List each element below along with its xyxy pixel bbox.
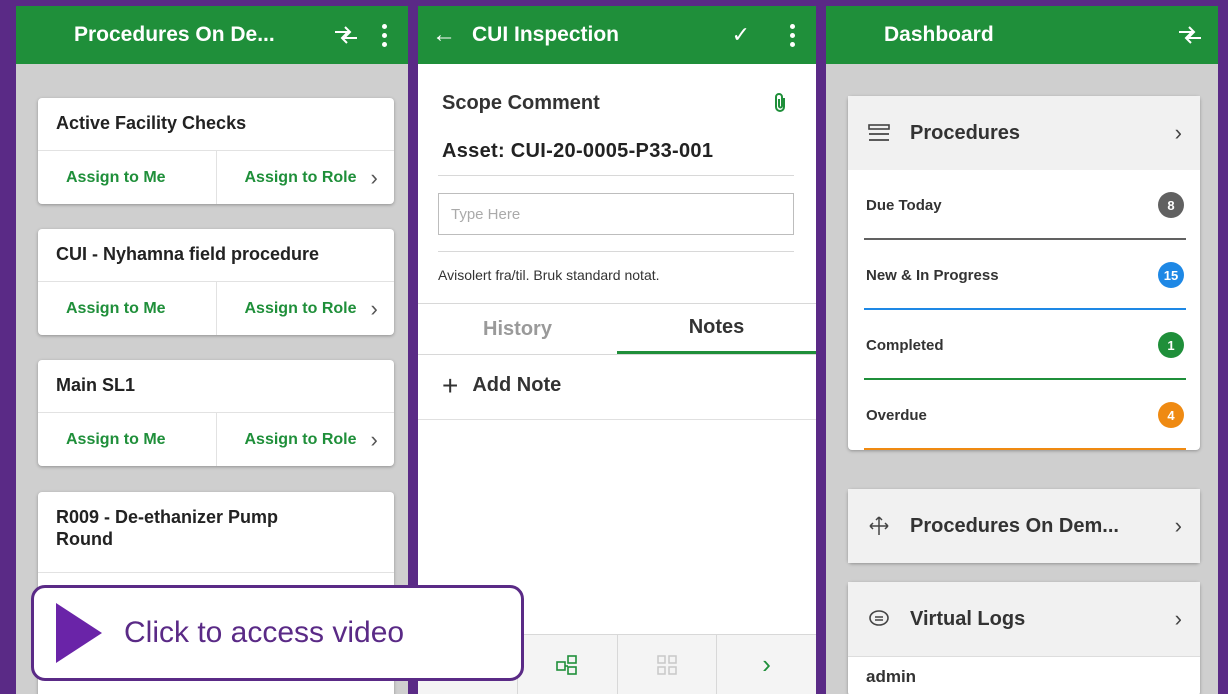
count-badge: 4	[1158, 402, 1184, 428]
menu-icon[interactable]	[30, 25, 56, 45]
procedures-on-demand-card: Procedures On Dem... ›	[848, 489, 1200, 563]
switch-icon[interactable]	[332, 24, 360, 46]
chevron-right-icon: ›	[370, 295, 378, 321]
assign-to-me-button[interactable]: Assign to Me	[38, 413, 216, 466]
checkmark-icon[interactable]: ✓	[732, 22, 750, 48]
access-video-label: Click to access video	[124, 616, 405, 649]
tab-notes[interactable]: Notes	[617, 304, 816, 354]
page-title: Dashboard	[884, 23, 994, 46]
scope-comment-label: Scope Comment	[442, 92, 600, 114]
procedure-card: Main SL1 Assign to Me Assign to Role ›	[38, 360, 394, 466]
status-label: Due Today	[866, 196, 942, 214]
tab-bar: History Notes	[418, 303, 816, 355]
add-note-button[interactable]: + Add Note	[442, 369, 561, 401]
assign-to-role-button[interactable]: Assign to Role ›	[215, 413, 395, 466]
more-options-icon[interactable]	[782, 23, 802, 47]
plus-icon: +	[442, 369, 459, 401]
procedures-card: Procedures › Due Today 8 New & In Progress…	[848, 96, 1200, 450]
app-bar: Procedures On De...	[16, 6, 408, 64]
chat-bubble-icon	[866, 609, 892, 629]
attachment-icon[interactable]	[772, 92, 790, 120]
status-underline	[864, 448, 1186, 450]
assign-to-role-button[interactable]: Assign to Role ›	[215, 151, 395, 204]
status-row[interactable]: New & In Progress 15	[848, 240, 1200, 310]
procedures-label: Procedures	[910, 121, 1021, 144]
note-text: Avisolert fra/til. Bruk standard notat.	[438, 267, 660, 283]
page-title: Procedures On De...	[74, 23, 275, 46]
back-arrow-icon[interactable]: ←	[432, 21, 456, 49]
status-row[interactable]: Completed 1	[848, 310, 1200, 380]
assign-to-me-button[interactable]: Assign to Me	[38, 151, 216, 204]
log-user: admin	[848, 656, 1200, 694]
procedure-title: CUI - Nyhamna field procedure	[56, 244, 320, 264]
status-label: Completed	[866, 336, 944, 354]
status-row[interactable]: Due Today 8	[848, 170, 1200, 240]
asset-label: Asset: CUI-20-0005-P33-001	[442, 140, 714, 162]
list-icon	[866, 124, 892, 142]
status-row[interactable]: Overdue 4	[848, 380, 1200, 450]
procedure-title: Main SL1	[56, 375, 136, 395]
procedure-title: Active Facility Checks	[56, 113, 247, 133]
procedures-on-demand-header[interactable]: Procedures On Dem... ›	[848, 489, 1200, 563]
chevron-right-icon: ›	[370, 164, 378, 190]
divider	[418, 419, 816, 420]
app-bar: ← CUI Inspection ✓	[418, 6, 816, 64]
more-options-icon[interactable]	[374, 23, 394, 47]
play-icon	[56, 603, 102, 663]
status-label: Overdue	[866, 406, 927, 424]
page-title: CUI Inspection	[472, 23, 620, 46]
chevron-right-icon: ›	[1174, 120, 1182, 145]
checklist-grid-icon[interactable]	[616, 635, 717, 694]
procedure-card: CUI - Nyhamna field procedure Assign to …	[38, 229, 394, 335]
procedures-on-demand-label: Procedures On Dem...	[910, 514, 1119, 537]
count-badge: 15	[1158, 262, 1184, 288]
chevron-right-icon[interactable]: ›	[716, 635, 816, 694]
virtual-logs-header[interactable]: Virtual Logs ›	[848, 582, 1200, 656]
chevron-right-icon: ›	[1174, 513, 1182, 538]
assign-to-me-button[interactable]: Assign to Me	[38, 282, 216, 335]
chevron-right-icon: ›	[370, 426, 378, 452]
tab-history[interactable]: History	[418, 304, 617, 354]
status-label: New & In Progress	[866, 266, 999, 284]
procedure-title: R009 - De-ethanizer Pump Round	[56, 507, 279, 549]
chevron-right-icon: ›	[1174, 606, 1182, 631]
count-badge: 8	[1158, 192, 1184, 218]
comment-input[interactable]	[438, 193, 794, 235]
switch-icon[interactable]	[1176, 24, 1204, 46]
divider	[438, 175, 794, 176]
assign-to-role-button[interactable]: Assign to Role ›	[215, 282, 395, 335]
on-demand-icon	[866, 515, 892, 537]
procedures-header[interactable]: Procedures ›	[848, 96, 1200, 170]
dashboard-screen: Dashboard Procedures › Due Today 8 New & I…	[826, 6, 1218, 694]
divider	[438, 251, 794, 252]
count-badge: 1	[1158, 332, 1184, 358]
app-bar: Dashboard	[826, 6, 1218, 64]
access-video-button[interactable]: Click to access video	[31, 585, 524, 681]
procedure-card: Active Facility Checks Assign to Me Assi…	[38, 98, 394, 204]
virtual-logs-card: Virtual Logs › admin	[848, 582, 1200, 694]
workflow-icon[interactable]	[516, 635, 617, 694]
virtual-logs-label: Virtual Logs	[910, 607, 1026, 630]
menu-icon[interactable]	[840, 25, 866, 45]
